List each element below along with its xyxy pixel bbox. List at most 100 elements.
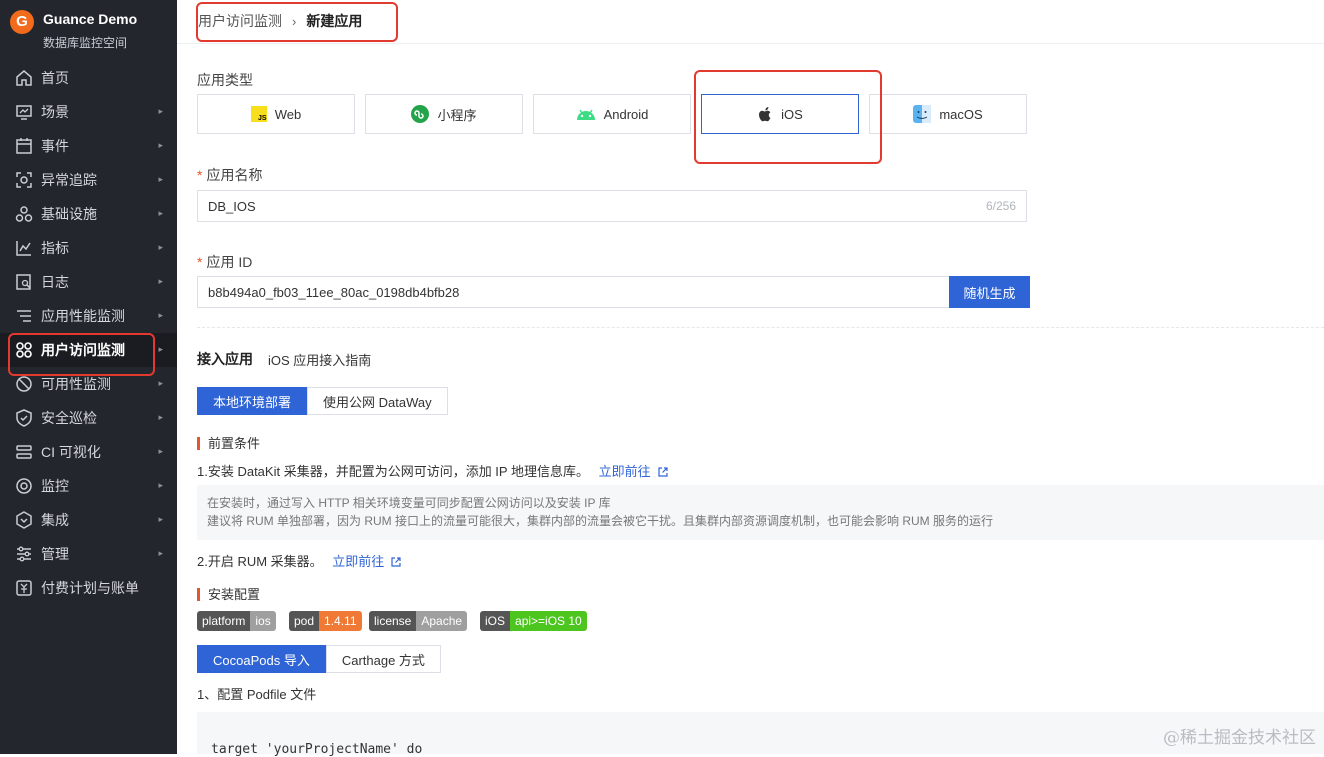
sidebar-item-label: 用户访问监测: [41, 342, 125, 358]
badge-pod-value: 1.4.11: [319, 611, 362, 631]
badge-license: license Apache: [369, 611, 468, 631]
badge-pod-key: pod: [289, 611, 320, 631]
external-link-icon: [390, 556, 402, 571]
workspace-subtitle: 数据库监控空间: [43, 36, 128, 50]
sidebar-item-ci[interactable]: CI 可视化 ▸: [0, 435, 177, 469]
ios-guide-link[interactable]: iOS 应用接入指南: [268, 350, 371, 369]
sidebar-item-dashboard[interactable]: 场景 ▸: [0, 95, 177, 129]
cluster-icon: [15, 205, 33, 223]
sidebar-item-integration[interactable]: 集成 ▸: [0, 503, 177, 537]
chevron-right-icon: ▸: [158, 378, 163, 388]
sidebar-item-label: 可用性监测: [41, 376, 111, 392]
dashboard-icon: [15, 103, 33, 121]
badge-platform: platform ios: [197, 611, 276, 631]
settings-icon: [15, 545, 33, 563]
svg-text:JS: JS: [258, 115, 267, 122]
breadcrumb-separator: ›: [292, 13, 297, 29]
sidebar-item-apm[interactable]: 应用性能监测 ▸: [0, 299, 177, 333]
sidebar-item-label: 基础设施: [41, 206, 97, 222]
sidebar-item-shield[interactable]: 安全巡检 ▸: [0, 401, 177, 435]
app-id-label-text: 应用 ID: [206, 254, 253, 270]
tab-carthage[interactable]: Carthage 方式: [325, 645, 441, 673]
billing-icon: [15, 579, 33, 597]
tab-public-dataway[interactable]: 使用公网 DataWay: [307, 387, 448, 415]
note-line-2: 建议将 RUM 单独部署，因为 RUM 接口上的流量可能很大，集群内部的流量会被…: [207, 514, 993, 528]
chevron-right-icon: ▸: [158, 310, 163, 320]
sidebar-item-grid[interactable]: 用户访问监测 ▸: [0, 333, 177, 367]
sidebar-item-label: CI 可视化: [41, 444, 101, 460]
breadcrumb-parent[interactable]: 用户访问监测: [198, 11, 282, 31]
goto-link-2[interactable]: 立即前往: [332, 554, 402, 569]
chevron-right-icon: ▸: [158, 242, 163, 252]
sidebar-item-label: 集成: [41, 512, 69, 528]
app-type-miniprogram[interactable]: 小程序: [365, 94, 523, 134]
app-type-macos[interactable]: macOS: [869, 94, 1027, 134]
app-id-value: b8b494a0_fb03_11ee_80ac_0198db4bfb28: [208, 284, 460, 300]
sidebar-item-log[interactable]: 日志 ▸: [0, 265, 177, 299]
chevron-right-icon: ▸: [158, 480, 163, 490]
sidebar-item-scan[interactable]: 异常追踪 ▸: [0, 163, 177, 197]
badge-license-key: license: [369, 611, 417, 631]
required-mark: *: [197, 254, 203, 270]
chevron-right-icon: ▸: [158, 344, 163, 354]
apple-icon: [757, 105, 773, 123]
sidebar-item-label: 付费计划与账单: [41, 580, 139, 596]
app-type-ios[interactable]: iOS: [701, 94, 859, 134]
sidebar-item-label: 事件: [41, 138, 69, 154]
sidebar-item-home[interactable]: 首页: [0, 61, 177, 95]
app-type-label: 应用类型: [197, 72, 253, 88]
sidebar-item-label: 异常追踪: [41, 172, 97, 188]
chevron-right-icon: ▸: [158, 106, 163, 116]
chevron-right-icon: ▸: [158, 276, 163, 286]
chevron-right-icon: ▸: [158, 446, 163, 456]
step2-text: 2.开启 RUM 采集器。 立即前往: [197, 551, 402, 571]
tab-local-deploy[interactable]: 本地环境部署: [197, 387, 308, 415]
sidebar-item-settings[interactable]: 管理 ▸: [0, 537, 177, 571]
sidebar-item-label: 安全巡检: [41, 410, 97, 426]
random-generate-button[interactable]: 随机生成: [949, 276, 1030, 308]
app-id-input[interactable]: b8b494a0_fb03_11ee_80ac_0198db4bfb28: [197, 276, 950, 308]
sidebar-item-monitor[interactable]: 监控 ▸: [0, 469, 177, 503]
goto-link-1[interactable]: 立即前往: [599, 464, 669, 479]
app-type-android-label: Android: [603, 106, 649, 122]
workspace-name: Guance Demo: [43, 11, 138, 27]
chevron-right-icon: ▸: [158, 140, 163, 150]
access-title: 接入应用: [197, 351, 253, 367]
sidebar-item-cluster[interactable]: 基础设施 ▸: [0, 197, 177, 231]
chart-icon: [15, 239, 33, 257]
integration-icon: [15, 511, 33, 529]
goto-link-1-label: 立即前往: [598, 464, 651, 479]
breadcrumb: 用户访问监测 › 新建应用: [198, 11, 362, 31]
section-divider: [197, 327, 1324, 328]
required-mark: *: [197, 167, 203, 183]
chevron-right-icon: ▸: [158, 548, 163, 558]
workspace-switcher[interactable]: G Guance Demo 数据库监控空间: [10, 8, 170, 52]
prereq-title: 前置条件: [197, 437, 260, 450]
sidebar-item-calendar[interactable]: 事件 ▸: [0, 129, 177, 163]
breadcrumb-current: 新建应用: [306, 13, 363, 29]
app-name-input[interactable]: DB_IOS 6/256: [197, 190, 1027, 222]
podfile-step: 1、配置 Podfile 文件: [197, 687, 317, 702]
log-icon: [15, 273, 33, 291]
main-content: 用户访问监测 › 新建应用 应用类型 JS Web 小程序 Android iO…: [177, 0, 1324, 757]
sidebar: G Guance Demo 数据库监控空间 首页 场景 ▸ 事件 ▸ 异常追踪 ▸ 基础设施 ▸…: [0, 0, 177, 754]
podfile-code-block: target 'yourProjectName' do: [197, 712, 1324, 757]
guance-logo-icon: G: [10, 10, 34, 34]
app-name-label: * 应用名称: [197, 165, 262, 185]
note-line-1: 在安装时，通过写入 HTTP 相关环境变量可同步配置公网访问以及安装 IP 库: [207, 496, 611, 510]
tab-cocoapods[interactable]: CocoaPods 导入: [197, 645, 326, 673]
sidebar-item-chart[interactable]: 指标 ▸: [0, 231, 177, 265]
shield-icon: [15, 409, 33, 427]
install-title: 安装配置: [197, 588, 260, 601]
deploy-tabs: 本地环境部署 使用公网 DataWay: [197, 387, 448, 415]
app-type-web[interactable]: JS Web: [197, 94, 355, 134]
chevron-right-icon: ▸: [158, 174, 163, 184]
app-type-android[interactable]: Android: [533, 94, 691, 134]
finder-icon: [913, 105, 932, 123]
sidebar-item-billing[interactable]: 付费计划与账单: [0, 571, 177, 605]
install-tabs: CocoaPods 导入 Carthage 方式: [197, 645, 441, 673]
sidebar-item-label: 应用性能监测: [41, 308, 125, 324]
sidebar-item-gauge[interactable]: 可用性监测 ▸: [0, 367, 177, 401]
chevron-right-icon: ▸: [158, 412, 163, 422]
app-type-macos-label: macOS: [939, 106, 983, 122]
